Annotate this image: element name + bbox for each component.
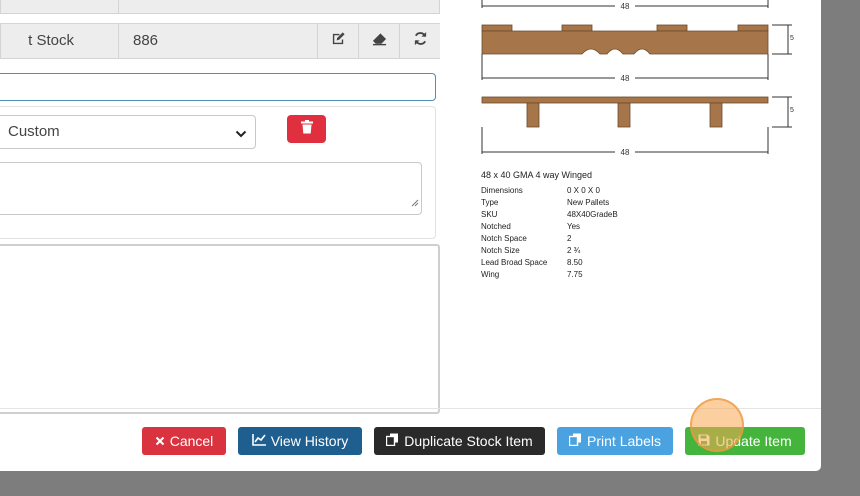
edit-stock-item-modal: im Stock 0 t Stock 886 Custom: [0, 0, 821, 471]
edit-icon: [331, 31, 346, 51]
spec-value: 7.75: [567, 270, 583, 279]
copy-icon: [568, 433, 582, 449]
stock-row-min-value: 0: [133, 0, 141, 12]
refresh-stock-button[interactable]: [399, 24, 440, 58]
stock-row-min: im Stock 0: [0, 0, 440, 14]
view-history-button[interactable]: View History: [238, 427, 362, 455]
notes-textarea[interactable]: [0, 162, 422, 215]
spec-key: Notch Size: [481, 246, 520, 255]
pallet-side-view: [481, 24, 792, 80]
spec-value: 0 X 0 X 0: [567, 186, 600, 195]
side-label-bottom: 5: [790, 107, 794, 114]
spec-value: 8.50: [567, 258, 583, 267]
spec-value: 2: [567, 234, 572, 243]
stock-row-current: t Stock 886: [0, 23, 440, 59]
spec-value: 2 ¾: [567, 246, 581, 255]
spec-key: Notch Space: [481, 234, 527, 243]
pallet-end-view: [481, 96, 792, 154]
copy-icon: [386, 433, 399, 449]
spec-value: 48X40GradeB: [567, 210, 618, 219]
dim-label-bottom: 48: [621, 148, 630, 157]
view-history-button-label: View History: [270, 433, 349, 449]
dim-label-middle: 48: [621, 74, 630, 83]
chevron-down-icon: [235, 126, 247, 144]
eraser-icon: [372, 32, 387, 51]
line-chart-icon: [251, 433, 266, 449]
dim-label-top: 48: [621, 2, 630, 11]
spec-value: Yes: [567, 222, 581, 231]
delete-option-button[interactable]: [287, 115, 326, 143]
spec-key: Wing: [481, 270, 500, 279]
refresh-icon: [413, 31, 428, 51]
pallet-title: 48 x 40 GMA 4 way Winged: [481, 170, 593, 180]
duplicate-stock-item-button[interactable]: Duplicate Stock Item: [374, 427, 545, 455]
spec-value: New Pallets: [567, 198, 610, 207]
trash-icon: [300, 119, 313, 139]
side-label-middle: 5: [790, 35, 794, 42]
edit-stock-button[interactable]: [317, 24, 358, 58]
label-type-select[interactable]: Custom: [0, 115, 256, 149]
clear-stock-button[interactable]: [358, 24, 399, 58]
cancel-button[interactable]: Cancel: [142, 427, 226, 455]
name-input[interactable]: [0, 73, 436, 101]
spec-key: Type: [481, 198, 499, 207]
click-indicator: [690, 398, 744, 452]
spec-key: SKU: [481, 210, 498, 219]
stock-row-current-label: t Stock: [1, 24, 119, 58]
content-area[interactable]: [0, 244, 440, 414]
close-icon: [155, 433, 165, 449]
spec-key: Notched: [481, 222, 511, 231]
spec-key: Lead Broad Space: [481, 258, 548, 267]
pallet-diagram: 48 48 5 48 5: [481, 0, 794, 157]
label-type-select-value: Custom: [8, 123, 60, 140]
print-labels-button[interactable]: Print Labels: [557, 427, 673, 455]
resize-grip-icon: [411, 194, 419, 212]
spec-key: Dimensions: [481, 186, 523, 195]
stock-row-min-label: im Stock: [1, 0, 119, 13]
stock-row-current-value: 886: [133, 32, 159, 49]
cancel-button-label: Cancel: [169, 433, 214, 449]
print-labels-button-label: Print Labels: [587, 433, 661, 449]
duplicate-button-label: Duplicate Stock Item: [404, 433, 533, 449]
